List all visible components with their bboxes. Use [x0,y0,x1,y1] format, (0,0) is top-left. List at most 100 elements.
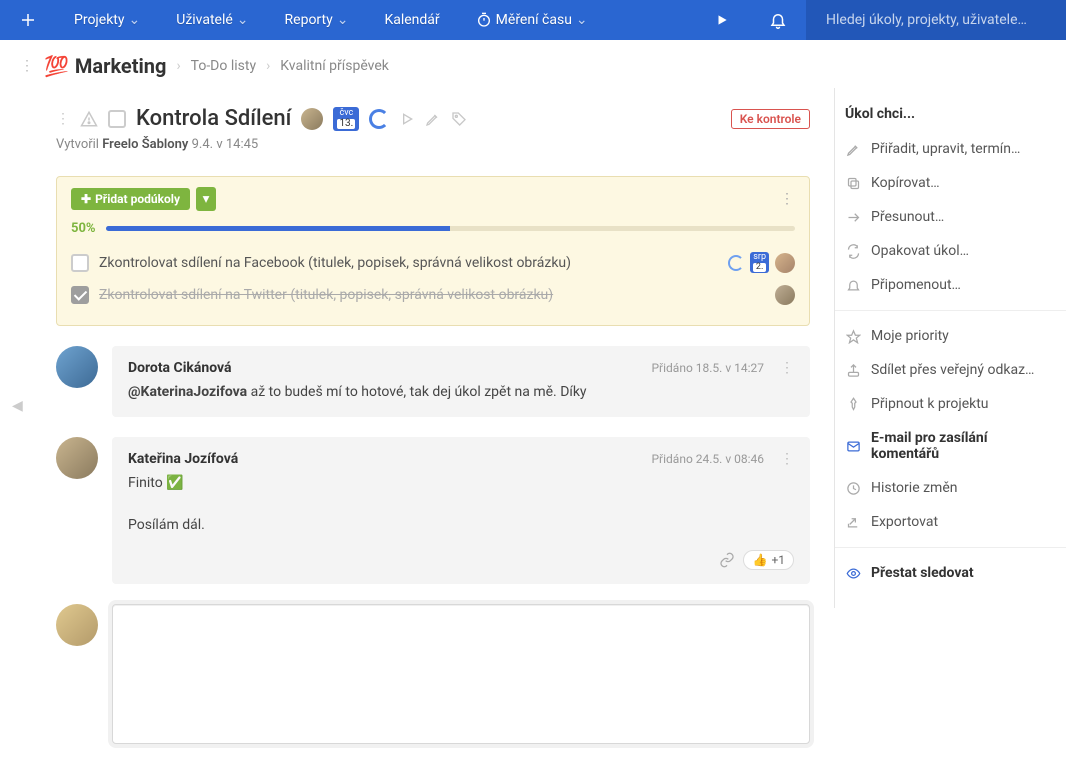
due-date-badge[interactable]: čvc 13. [333,107,359,131]
progress-ring-icon[interactable] [369,109,389,129]
thumbs-up-icon: 👍 [752,553,767,567]
sidebar-item[interactable]: Kopírovat… [835,166,1066,200]
nav-item-kalendar[interactable]: Kalendář [366,0,457,40]
subtask-progress: 50% [71,221,795,236]
comment-editor[interactable] [112,604,810,744]
sidebar-item[interactable]: Přiřadit, upravit, termín… [835,132,1066,166]
add-subtask-button[interactable]: ✚ Přidat podúkoly [71,188,190,210]
comment: Dorota Cikánová Přidáno 18.5. v 14:27 ⋮ … [56,346,810,417]
status-badge[interactable]: Ke kontrole [731,109,810,129]
add-subtask-dropdown[interactable]: ▾ [196,187,216,211]
sidebar-item-label: Exportovat [871,514,938,530]
badge-day: 2. [753,263,766,272]
play-icon[interactable] [399,111,415,127]
warning-icon[interactable] [80,110,98,128]
sidebar-item-label: Přiřadit, upravit, termín… [871,141,1020,157]
sidebar-item[interactable]: Historie změn [835,471,1066,505]
task-menu-icon[interactable]: ⋮ [56,111,70,127]
add-subtask-label: Přidat podúkoly [95,192,180,206]
sidebar-item-label: Připomenout… [871,277,961,293]
search-input[interactable] [824,11,1048,29]
comment-line: Finito ✅ [128,473,794,494]
comment-menu-icon[interactable]: ⋮ [780,451,794,467]
comment-avatar[interactable] [56,437,98,479]
project-title[interactable]: 💯 Marketing [44,54,166,78]
sidebar-item[interactable]: Exportovat [835,505,1066,539]
subtask-row[interactable]: Zkontrolovat sdílení na Twitter (titulek… [71,279,795,311]
sidebar-item[interactable]: Moje priority [835,319,1066,353]
subtask-checkbox[interactable] [71,254,89,272]
page-menu-icon[interactable]: ⋮ [20,58,34,74]
sidebar-item-label: Přestat sledovat [871,565,974,581]
nav-add-button[interactable] [0,11,56,29]
sidebar-title: Úkol chci... [835,106,1066,132]
progress-percent: 50% [71,221,96,236]
comment-body: Kateřina Jozífová Přidáno 24.5. v 08:46 … [112,437,810,584]
pencil-icon[interactable] [425,111,441,127]
sidebar-item[interactable]: Přesunout… [835,200,1066,234]
comment-avatar[interactable] [56,346,98,388]
sidebar-item[interactable]: Připnout k projektu [835,387,1066,421]
comment-text: @KaterinaJozifova až to budeš mí to hoto… [128,382,794,403]
sidebar-item-label: Opakovat úkol… [871,243,969,259]
link-icon[interactable] [719,552,735,568]
progress-ring-icon[interactable] [728,255,744,271]
copy-icon [845,176,861,191]
task-sidebar: Úkol chci... Přiřadit, upravit, termín… K… [834,88,1066,608]
sidebar-item[interactable]: Připomenout… [835,268,1066,302]
current-user-avatar[interactable] [56,604,98,646]
star-icon [845,329,861,344]
nav-play-button[interactable] [694,13,750,27]
plus-icon: ✚ [81,192,91,206]
bell-icon [845,278,861,293]
mail-icon [845,439,861,454]
subtask-assignee-avatar[interactable] [775,285,795,305]
sidebar-item-label: Kopírovat… [871,175,940,191]
sidebar-item-label: E-mail pro zasílání komentářů [871,430,1050,462]
nav-notifications-button[interactable] [750,11,806,29]
subtask-assignee-avatar[interactable] [775,253,795,273]
comment-timestamp: Přidáno 24.5. v 08:46 [651,452,764,466]
breadcrumb-task[interactable]: Kvalitní příspěvek [280,58,389,74]
created-at: 9.4. v 14:45 [192,137,259,152]
chevron-down-icon: ⌄ [129,12,141,28]
mention[interactable]: @KaterinaJozifova [128,384,247,400]
comment-timestamp: Přidáno 18.5. v 14:27 [651,361,764,375]
sidebar-separator [835,310,1066,311]
assignee-avatar[interactable] [301,108,323,130]
sidebar-item[interactable]: Sdílet přes veřejný odkaz… [835,353,1066,387]
sidebar-item-label: Moje priority [871,328,949,344]
sidebar-item[interactable]: E-mail pro zasílání komentářů [835,421,1066,471]
comment-text-rest: až to budeš mí to hotové, tak dej úkol z… [247,384,586,400]
progress-bar [106,226,795,231]
nav-item-uzivatele[interactable]: Uživatelé ⌄ [158,0,266,40]
like-count: +1 [771,553,785,567]
share-icon [845,363,861,378]
created-by: Freelo Šablony [102,137,188,152]
stopwatch-icon [476,12,492,28]
collapse-left-icon[interactable]: ◀ [12,398,23,414]
created-prefix: Vytvořil [56,137,99,152]
subtask-menu-icon[interactable]: ⋮ [780,191,795,207]
nav-search[interactable] [806,0,1066,40]
task-checkbox[interactable] [108,110,126,128]
comment-menu-icon[interactable]: ⋮ [780,360,794,376]
task-title: Kontrola Sdílení [136,106,291,131]
breadcrumb-list[interactable]: To-Do listy [191,58,256,74]
created-line: Vytvořil Freelo Šablony 9.4. v 14:45 [56,137,810,152]
like-button[interactable]: 👍 +1 [743,550,794,570]
pencil-icon [845,142,861,157]
project-name: Marketing [75,54,167,78]
sidebar-item[interactable]: Opakovat úkol… [835,234,1066,268]
nav-item-reporty[interactable]: Reporty ⌄ [267,0,367,40]
subtask-due-badge[interactable]: srp 2. [750,252,769,273]
nav-label: Měření času [496,12,572,28]
subtask-row[interactable]: Zkontrolovat sdílení na Facebook (titule… [71,246,795,279]
chevron-down-icon: ⌄ [337,12,349,28]
subtask-checkbox[interactable] [71,286,89,304]
tag-icon[interactable] [451,111,467,127]
page-header: ⋮ 💯 Marketing › To-Do listy › Kvalitní p… [0,40,1066,88]
sidebar-item[interactable]: Přestat sledovat [835,556,1066,590]
nav-item-projekty[interactable]: Projekty ⌄ [56,0,158,40]
nav-item-mereni-casu[interactable]: Měření času ⌄ [458,0,606,40]
